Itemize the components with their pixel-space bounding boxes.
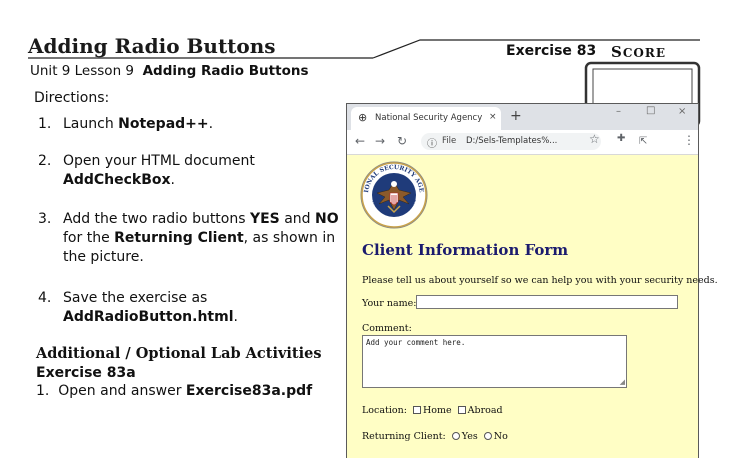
maximize-button[interactable]: □	[646, 105, 655, 116]
nsa-seal-logo: NATIONAL SECURITY AGENCY UNITED STATES O…	[359, 160, 428, 229]
home-checkbox[interactable]	[412, 406, 421, 414]
abroad-checkbox[interactable]	[457, 406, 466, 414]
abroad-option-label: Abroad	[467, 405, 503, 416]
returning-client-row: Returning Client: Yes No	[362, 431, 508, 442]
browser-tab[interactable]: ⊕ National Security Agency ×	[351, 107, 501, 130]
no-option-label: No	[493, 431, 508, 442]
score-label: SCORE	[611, 43, 666, 61]
step-number: 3.	[38, 211, 52, 227]
home-option-label: Home	[422, 405, 452, 416]
tab-close-icon[interactable]: ×	[489, 112, 497, 122]
browser-window: ⊕ National Security Agency × + – □ × ← →…	[346, 103, 718, 458]
no-radio[interactable]	[483, 432, 492, 440]
comment-textarea[interactable]: Add your comment here. ◢	[362, 335, 627, 388]
extensions-icon[interactable]: ✚	[617, 133, 625, 144]
bookmark-star-icon[interactable]: ☆	[589, 132, 600, 146]
step-text: AddCheckBox.	[63, 172, 175, 188]
optional-step-file: Exercise83a.pdf	[185, 383, 313, 399]
browser-toolbar: ← → ↻ ⓘ File D:/Sels-Templates%... ⇱ ☆ ✚…	[347, 130, 698, 155]
returning-client-label: Returning Client:	[362, 431, 446, 442]
close-window-button[interactable]: ×	[678, 106, 686, 117]
step-text: Add the two radio buttons YES and NO	[63, 211, 339, 227]
new-tab-button[interactable]: +	[510, 108, 522, 124]
optional-step-text: Open and answer	[58, 383, 186, 399]
location-label: Location:	[362, 405, 407, 416]
back-arrow-icon[interactable]: ←	[355, 134, 365, 148]
comment-text: Add your comment here.	[366, 338, 466, 347]
page-title: Adding Radio Buttons	[28, 34, 276, 58]
lesson-topic: Adding Radio Buttons	[142, 63, 309, 79]
address-scheme: File	[442, 136, 457, 146]
optional-step-number: 1.	[36, 383, 50, 399]
step-text: Open your HTML document	[63, 153, 255, 169]
share-icon[interactable]: ⇱	[639, 136, 647, 147]
name-input[interactable]	[416, 295, 678, 309]
address-bar[interactable]: ⓘ File D:/Sels-Templates%... ⇱	[421, 133, 647, 150]
step-text: Save the exercise as	[63, 290, 208, 306]
directions-label: Directions:	[34, 90, 110, 106]
menu-dots-icon[interactable]: ⋮	[683, 133, 695, 147]
optional-step: 1. Open and answer Exercise83a.pdf	[36, 383, 312, 399]
step-text: for the Returning Client, as shown in	[63, 230, 336, 246]
resize-handle-icon[interactable]: ◢	[620, 379, 625, 386]
location-row: Location: Home Abroad	[362, 405, 503, 416]
step-text: the picture.	[63, 249, 144, 265]
yes-option-label: Yes	[461, 431, 478, 442]
form-title: Client Information Form	[362, 241, 569, 259]
exercise-number: Exercise 83	[506, 43, 597, 59]
forward-arrow-icon[interactable]: →	[375, 134, 385, 148]
browser-tab-strip: ⊕ National Security Agency × + – □ ×	[347, 104, 698, 130]
address-path: D:/Sels-Templates%...	[466, 136, 558, 146]
step-text: Launch Notepad++.	[63, 116, 214, 132]
step-number: 1.	[38, 116, 52, 132]
optional-activities-title: Additional / Optional Lab Activities	[36, 345, 322, 362]
name-label: Your name:	[362, 298, 417, 309]
optional-exercise-label: Exercise 83a	[36, 365, 136, 381]
tab-title: National Security Agency	[375, 113, 483, 123]
lesson-subtitle: Unit 9 Lesson 9 Adding Radio Buttons	[30, 63, 309, 79]
page-content: NATIONAL SECURITY AGENCY UNITED STATES O…	[347, 155, 718, 458]
minimize-button[interactable]: –	[616, 106, 621, 117]
step-number: 4.	[38, 290, 52, 306]
yes-radio[interactable]	[451, 432, 460, 440]
lesson-unit: Unit 9 Lesson 9	[30, 63, 135, 79]
step-number: 2.	[38, 153, 52, 169]
step-text: AddRadioButton.html.	[63, 309, 238, 325]
reload-icon[interactable]: ↻	[397, 134, 407, 148]
globe-icon: ⊕	[358, 111, 368, 124]
comment-label: Comment:	[362, 323, 412, 334]
info-icon[interactable]: ⓘ	[427, 135, 437, 150]
form-intro-text: Please tell us about yourself so we can …	[362, 275, 718, 286]
